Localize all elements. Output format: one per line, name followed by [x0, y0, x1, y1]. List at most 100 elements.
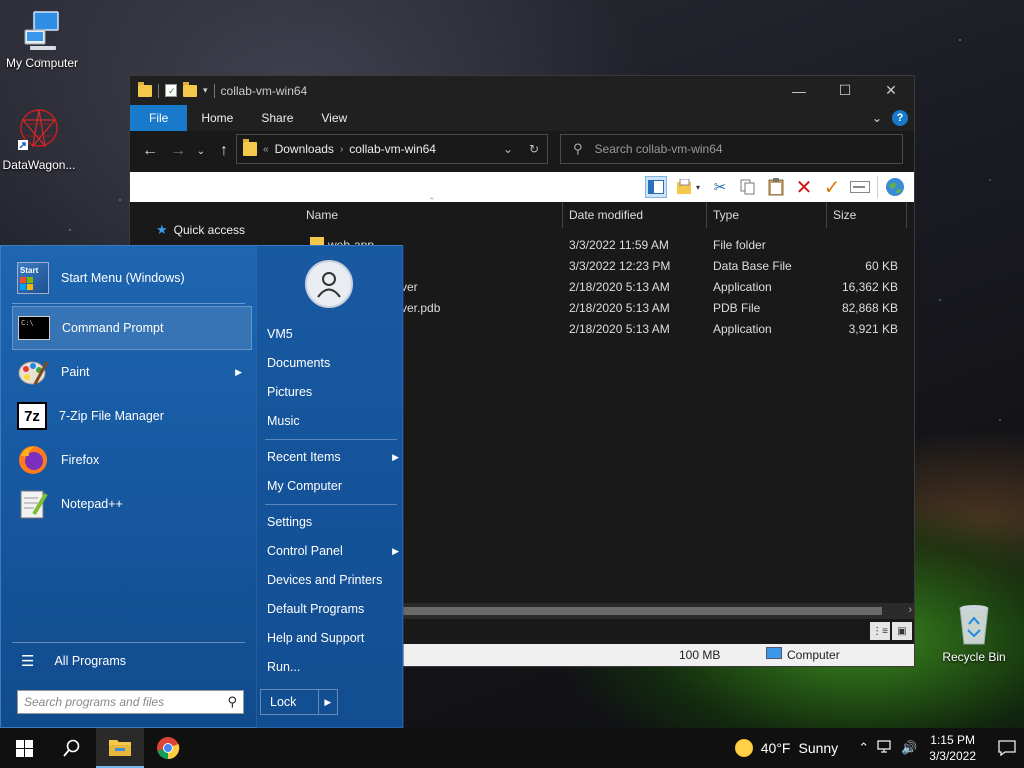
place-control-panel[interactable]: Control Panel ▶: [267, 544, 399, 558]
copy-icon[interactable]: [737, 176, 759, 198]
tab-file[interactable]: File: [130, 105, 188, 131]
taskbar-file-explorer[interactable]: [96, 728, 144, 768]
new-folder-icon[interactable]: [183, 81, 197, 97]
place-label: Control Panel: [267, 544, 343, 558]
minimize-button[interactable]: —: [776, 76, 822, 105]
expand-ribbon-icon[interactable]: ⌄: [872, 111, 882, 125]
address-dropdown-icon[interactable]: ⌄: [495, 142, 521, 156]
desktop-icon-recycle-bin[interactable]: Recycle Bin: [932, 602, 1016, 664]
clock-time: 1:15 PM: [930, 733, 975, 747]
user-avatar[interactable]: [305, 260, 353, 308]
up-button[interactable]: ↑: [212, 139, 236, 163]
7zip-icon-text: 7z: [24, 407, 40, 425]
place-my-computer[interactable]: My Computer: [267, 479, 399, 493]
file-date: 2/18/2020 5:13 AM: [569, 280, 670, 294]
paint-icon: [17, 356, 49, 388]
file-type: Application: [713, 322, 772, 336]
desktop-icon-my-computer[interactable]: My Computer: [0, 8, 84, 70]
recent-locations-icon[interactable]: ⌄: [194, 139, 208, 163]
maximize-button[interactable]: ☐: [822, 76, 868, 105]
forward-button[interactable]: →: [166, 139, 190, 163]
program-paint[interactable]: Paint ▶: [12, 350, 252, 394]
file-type: Application: [713, 280, 772, 294]
tab-home[interactable]: Home: [187, 105, 247, 131]
properties-icon[interactable]: ✓: [165, 84, 177, 97]
folder-icon[interactable]: [138, 81, 152, 97]
place-help-support[interactable]: Help and Support: [267, 631, 399, 645]
start-menu-icon: Start: [17, 262, 49, 294]
lock-button[interactable]: Lock ▶: [260, 689, 338, 715]
help-icon[interactable]: ?: [892, 110, 908, 126]
divider: [158, 83, 159, 98]
chevron-up-icon[interactable]: ⌃: [858, 740, 869, 756]
program-start-menu-windows[interactable]: Start Start Menu (Windows): [12, 256, 252, 300]
place-run[interactable]: Run...: [267, 660, 399, 674]
details-view-icon[interactable]: ⋮≡: [870, 622, 890, 640]
start-button[interactable]: [0, 728, 48, 768]
large-icons-view-icon[interactable]: ▣: [892, 622, 912, 640]
delete-icon[interactable]: ✕: [793, 176, 815, 199]
network-icon[interactable]: [877, 739, 893, 757]
customize-dropdown-icon[interactable]: ▾: [203, 85, 208, 96]
back-button[interactable]: ←: [138, 139, 162, 163]
tab-view[interactable]: View: [307, 105, 361, 131]
program-firefox[interactable]: Firefox: [12, 438, 252, 482]
column-header-size[interactable]: Size: [827, 202, 907, 228]
program-7zip[interactable]: 7z 7-Zip File Manager: [12, 394, 252, 438]
address-bar[interactable]: « Downloads › collab-vm-win64 ⌄ ↻: [236, 134, 548, 164]
file-explorer-icon: [109, 740, 131, 756]
nav-item-quick-access[interactable]: ★ Quick access: [156, 222, 245, 238]
all-programs-button[interactable]: ☰ All Programs: [21, 652, 126, 670]
breadcrumb-current[interactable]: collab-vm-win64: [349, 142, 436, 156]
program-command-prompt[interactable]: C:\ Command Prompt: [12, 306, 252, 350]
file-date: 3/3/2022 12:23 PM: [569, 259, 671, 273]
title-bar: ✓ ▾ collab-vm-win64 — ☐ ✕: [130, 76, 914, 105]
clock[interactable]: 1:15 PM 3/3/2022: [929, 732, 976, 764]
taskbar-chrome[interactable]: [144, 728, 192, 768]
firefox-icon: [17, 444, 49, 476]
program-notepad-plus-plus[interactable]: Notepad++: [12, 482, 252, 526]
power-options-arrow[interactable]: ▶: [317, 690, 337, 714]
globe-icon[interactable]: [884, 176, 906, 198]
program-label: Firefox: [61, 453, 100, 467]
file-size: 3,921 KB: [848, 322, 898, 336]
cut-icon[interactable]: ✂: [709, 176, 731, 198]
start-search-input[interactable]: Search programs and files ⚲: [17, 690, 244, 714]
weather-widget[interactable]: 40°F Sunny: [734, 739, 838, 757]
place-default-programs[interactable]: Default Programs: [267, 602, 399, 616]
place-user[interactable]: VM5: [267, 327, 399, 341]
notifications-button[interactable]: [990, 740, 1024, 756]
place-documents[interactable]: Documents: [267, 356, 399, 370]
place-music[interactable]: Music: [267, 414, 399, 428]
place-recent-items[interactable]: Recent Items ▶: [267, 450, 399, 464]
scroll-right-icon[interactable]: ›: [908, 604, 912, 616]
check-icon[interactable]: ✓: [821, 176, 843, 199]
volume-icon[interactable]: 🔊: [901, 740, 917, 756]
chevron-right-icon[interactable]: ›: [340, 144, 343, 155]
place-settings[interactable]: Settings: [267, 515, 399, 529]
preview-pane-icon[interactable]: [645, 176, 667, 198]
search-button[interactable]: [48, 728, 96, 768]
search-icon: [63, 739, 80, 757]
column-header-type[interactable]: Type: [707, 202, 827, 228]
refresh-icon[interactable]: ↻: [521, 142, 547, 156]
paste-icon[interactable]: [765, 176, 787, 198]
close-button[interactable]: ✕: [868, 76, 914, 105]
desktop-icon-datawagon[interactable]: DataWagon...: [0, 106, 81, 172]
place-pictures[interactable]: Pictures: [267, 385, 399, 399]
nav-item-label: Quick access: [173, 223, 246, 237]
column-header-date[interactable]: Date modified: [563, 202, 707, 228]
file-type: PDB File: [713, 301, 761, 315]
layout-icon[interactable]: ▾: [673, 176, 703, 198]
place-devices-printers[interactable]: Devices and Printers: [267, 573, 399, 587]
rename-icon[interactable]: [849, 176, 871, 198]
submenu-arrow-icon: ▶: [392, 452, 399, 462]
search-input[interactable]: ⚲ Search collab-vm-win64: [560, 134, 903, 164]
search-icon: ⚲: [573, 141, 583, 156]
breadcrumb-downloads[interactable]: Downloads: [275, 142, 334, 156]
desktop-icon-label: Recycle Bin: [942, 650, 1006, 664]
tab-share[interactable]: Share: [247, 105, 307, 131]
column-header-name[interactable]: Name: [290, 202, 563, 228]
breadcrumb-overflow[interactable]: «: [263, 144, 269, 155]
file-size: 60 KB: [865, 259, 898, 273]
